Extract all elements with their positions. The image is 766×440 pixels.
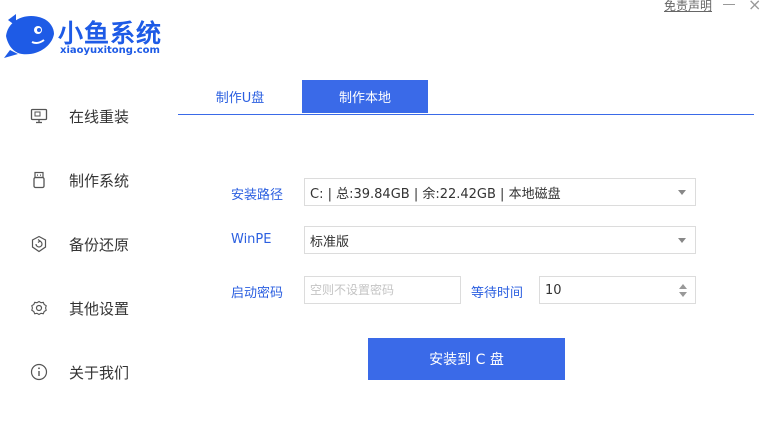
- app-subtitle: xiaoyuxitong.com: [60, 45, 160, 56]
- monitor-icon: [30, 108, 48, 124]
- install-path-select[interactable]: C: | 总:39.84GB | 余:22.42GB | 本地磁盘: [304, 178, 696, 206]
- stepper-down-icon[interactable]: [679, 292, 687, 297]
- install-button[interactable]: 安装到 C 盘: [368, 338, 565, 380]
- sidebar-item-other-settings[interactable]: 其他设置: [0, 288, 160, 328]
- sidebar-item-online-reinstall[interactable]: 在线重装: [0, 96, 160, 136]
- boot-password-label: 启动密码: [231, 286, 284, 301]
- stepper-up-icon[interactable]: [679, 284, 687, 289]
- winpe-value: 标准版: [310, 234, 350, 250]
- install-path-label: 安装路径: [231, 188, 284, 203]
- backup-restore-icon: [31, 235, 47, 253]
- gear-icon: [31, 300, 47, 316]
- close-button[interactable]: ×: [748, 0, 761, 13]
- wait-time-stepper[interactable]: 10: [539, 276, 696, 304]
- sidebar-item-backup-restore[interactable]: 备份还原: [0, 224, 160, 264]
- fish-logo-icon: [4, 14, 54, 58]
- disclaimer-link[interactable]: 免责声明: [664, 0, 712, 14]
- sidebar-item-make-system[interactable]: 制作系统: [0, 160, 160, 200]
- sidebar-item-about-us[interactable]: 关于我们: [0, 352, 160, 392]
- winpe-select[interactable]: 标准版: [304, 226, 696, 254]
- boot-password-input[interactable]: [304, 276, 461, 304]
- tab-bar: 制作U盘 制作本地: [178, 80, 754, 115]
- install-path-value: C: | 总:39.84GB | 余:22.42GB | 本地磁盘: [310, 186, 561, 202]
- sidebar-item-label: 备份还原: [69, 235, 130, 254]
- winpe-label: WinPE: [231, 232, 272, 247]
- tab-make-usb[interactable]: 制作U盘: [178, 80, 302, 113]
- minimize-button[interactable]: [722, 0, 736, 10]
- tab-make-local[interactable]: 制作本地: [302, 80, 428, 113]
- app-logo: 小鱼系统 xiaoyuxitong.com: [2, 8, 172, 60]
- sidebar-item-label: 其他设置: [69, 299, 130, 318]
- chevron-down-icon: [678, 238, 686, 243]
- chevron-down-icon: [678, 190, 686, 195]
- info-icon: [30, 363, 48, 381]
- wait-time-value: 10: [545, 282, 562, 298]
- sidebar-item-label: 关于我们: [69, 363, 130, 382]
- usb-drive-icon: [33, 171, 45, 189]
- wait-time-label: 等待时间: [471, 286, 524, 301]
- sidebar-item-label: 在线重装: [69, 107, 130, 126]
- sidebar-item-label: 制作系统: [69, 171, 130, 190]
